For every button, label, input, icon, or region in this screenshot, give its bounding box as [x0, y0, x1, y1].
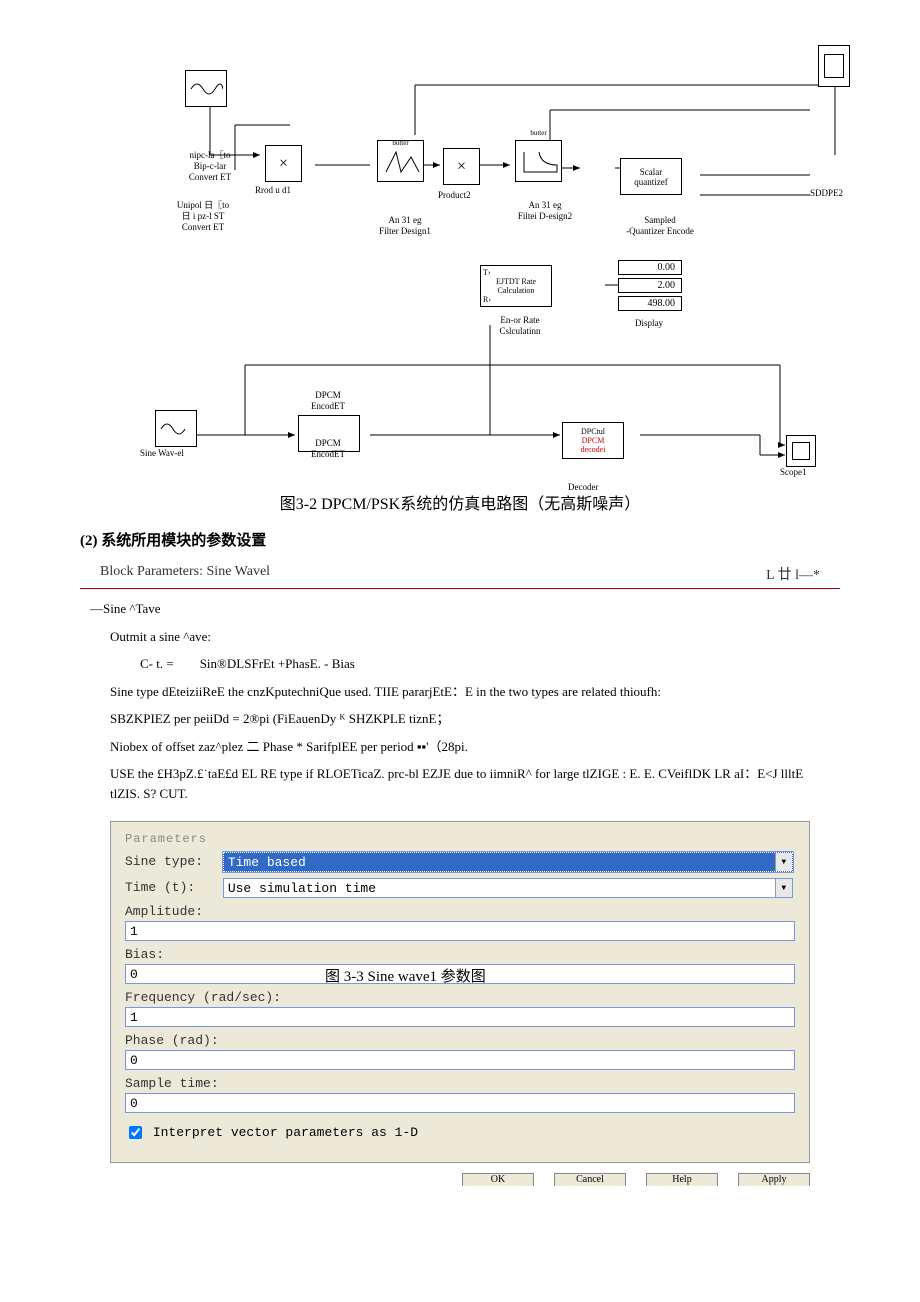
cancel-button[interactable]: Cancel [554, 1173, 626, 1186]
help-button[interactable]: Help [646, 1173, 718, 1186]
time-dropdown[interactable]: Use simulation time ▼ [223, 878, 793, 898]
decoder-label: Decoder [568, 482, 598, 493]
frequency-input[interactable] [125, 1007, 795, 1027]
scope1-label: Scope1 [780, 467, 807, 478]
dpcm-encoder-label: DPCMEncodET [298, 390, 358, 412]
time-label: Time (t): [125, 880, 215, 895]
dialog-title-bar: Block Parameters: Sine Wavel L 廿 l—* [80, 560, 840, 589]
dialog-title-right: L 廿 l—* [766, 564, 820, 584]
scalar-block: Scalarquantizef [620, 158, 682, 195]
phase-label: Phase (rad): [125, 1033, 219, 1048]
sine-wave1-label: Sine Wav-el [140, 448, 184, 459]
fieldset-label: Parameters [125, 832, 795, 846]
error-calc-block: T› EJTDT RateCalculation R› [480, 265, 552, 307]
scope2-block [818, 45, 850, 87]
filter2-block: butter [515, 140, 562, 182]
amplitude-label: Amplitude: [125, 904, 215, 919]
parameters-panel: Parameters Sine type: Time based ▼ Time … [110, 821, 810, 1163]
sine-type-label: Sine type: [125, 854, 215, 869]
interpret-1d-label: Interpret vector parameters as 1-D [153, 1125, 418, 1140]
ok-button[interactable]: OK [462, 1173, 534, 1186]
frequency-label: Frequency (rad/sec): [125, 990, 305, 1005]
chevron-down-icon[interactable]: ▼ [775, 853, 792, 871]
unipolar-label2: Unipol 日〖to日 i pz-l STConvert ET [148, 200, 258, 232]
phase-input[interactable] [125, 1050, 795, 1070]
sample-time-label: Sample time: [125, 1076, 219, 1091]
bias-label: Bias: [125, 947, 215, 962]
amplitude-input[interactable] [125, 921, 795, 941]
interpret-1d-row[interactable]: Interpret vector parameters as 1-D [125, 1123, 795, 1142]
dialog-description: —Sine ^Tave Outmit a sine ^ave: C- t. = … [80, 589, 840, 821]
product1-block: × [265, 145, 302, 182]
sine-source-block [185, 70, 227, 107]
display-val-0: 0.00 [618, 260, 682, 275]
apply-button[interactable]: Apply [738, 1173, 810, 1186]
display-val-2: 498.00 [618, 296, 682, 311]
scalar-label: Sampled-Quantizer Encode [610, 215, 710, 237]
scope1-block [786, 435, 816, 467]
product2-block: × [443, 148, 480, 185]
block-diagram: nipc-la〖toBip-c-larConvert ET Unipol 日〖t… [80, 40, 840, 480]
product2-label: Product2 [438, 190, 471, 201]
dialog-title: Block Parameters: Sine Wavel [100, 564, 270, 584]
product1-label: Rrod u d1 [255, 185, 291, 196]
unipolar-label: nipc-la〖toBip-c-larConvert ET [165, 150, 255, 182]
dpcm-decoder-block: DPCtul DPCMdecodei [562, 422, 624, 459]
chevron-down-icon[interactable]: ▼ [775, 879, 792, 897]
filter1-block: butter [377, 140, 424, 182]
sine-icon [189, 79, 223, 99]
error-calc-label: En-or RateCslculatinn [485, 315, 555, 337]
scope2-label: SDDPE2 [810, 188, 843, 199]
filter1-label: An 31 egFilter Design1 [370, 215, 440, 237]
filter2-label: An 31 egFiltei D-esign2 [505, 200, 585, 222]
figure-3-3-caption: 图 3-3 Sine wave1 参数图 [325, 965, 486, 986]
sine-wave1-block [155, 410, 197, 447]
display-val-1: 2.00 [618, 278, 682, 293]
interpret-1d-checkbox[interactable] [129, 1126, 142, 1139]
dialog-button-row: OK Cancel Help Apply [110, 1173, 810, 1186]
sample-time-input[interactable] [125, 1093, 795, 1113]
figure-3-2-caption: 图3-2 DPCM/PSK系统的仿真电路图（无高斯噪声） [80, 490, 840, 514]
display-label: Display [635, 318, 663, 329]
section-2-heading: (2) 系统所用模块的参数设置 [80, 529, 840, 550]
sine-type-dropdown[interactable]: Time based ▼ [223, 852, 793, 872]
dpcm-encoder-label2: DPCMEncodET [298, 438, 358, 460]
